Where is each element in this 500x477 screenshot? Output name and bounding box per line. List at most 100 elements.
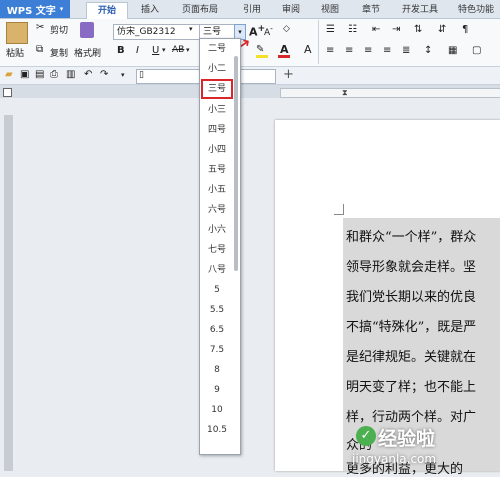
font-size-option[interactable]: 7.5 <box>200 340 234 360</box>
border-icon[interactable]: ▢ <box>472 45 481 56</box>
highlight-icon[interactable]: ✎ <box>256 44 264 55</box>
font-size-option[interactable]: 10.5 <box>200 420 234 440</box>
vertical-ruler[interactable] <box>4 115 13 471</box>
customize-chevron-icon[interactable]: ▾ <box>121 71 125 79</box>
increase-indent-icon[interactable]: ⇥ <box>392 24 400 35</box>
format-painter-icon <box>80 22 94 38</box>
indent-marker[interactable]: ⧗ <box>342 88 348 98</box>
watermark-url: jingyanla.com <box>352 452 437 466</box>
cut-button[interactable]: 剪切 <box>50 23 68 36</box>
chinese-layout-icon[interactable]: ⇅ <box>414 24 422 35</box>
justify-icon[interactable]: ≡ <box>383 45 391 56</box>
strikethrough-chevron-icon[interactable]: ▾ <box>186 46 190 54</box>
align-center-icon[interactable]: ≡ <box>345 45 353 56</box>
open-folder-icon[interactable]: ▰ <box>5 69 13 80</box>
document-line[interactable]: 领导形象就会走样。坚 <box>346 256 476 275</box>
font-name-combo[interactable]: 仿宋_GB2312 <box>113 24 200 40</box>
tab-page-layout[interactable]: 页面布局 <box>175 2 225 18</box>
save-icon[interactable]: ▣ <box>20 69 29 80</box>
char-shading-icon[interactable]: A <box>304 43 312 56</box>
font-size-option-selected[interactable]: 三号 <box>201 79 233 99</box>
document-line[interactable]: 样，行动两个样。对广 <box>346 406 476 425</box>
format-painter-button[interactable]: 格式刷 <box>74 46 101 59</box>
watermark-text: 经验啦 <box>378 428 436 450</box>
clear-format-icon[interactable]: ◇ <box>283 24 290 34</box>
new-tab-plus-icon[interactable]: + <box>283 67 294 82</box>
copy-icon: ⧉ <box>36 44 44 55</box>
document-line[interactable]: 是纪律规矩。关键就在 <box>346 346 476 365</box>
font-size-option[interactable]: 六号 <box>200 200 234 220</box>
align-right-icon[interactable]: ≡ <box>364 45 372 56</box>
tab-stop-selector[interactable] <box>3 88 12 97</box>
grow-font-label: A <box>249 25 258 39</box>
font-size-option[interactable]: 七号 <box>200 240 234 260</box>
show-marks-icon[interactable]: ¶ <box>462 24 468 35</box>
font-name-value: 仿宋_GB2312 <box>117 27 176 37</box>
undo-icon[interactable]: ↶ <box>84 69 92 80</box>
shrink-font-button[interactable]: A- <box>264 24 273 38</box>
strikethrough-button[interactable]: AB <box>172 45 184 55</box>
italic-button[interactable]: I <box>136 45 139 56</box>
tab-review[interactable]: 审阅 <box>275 2 307 18</box>
font-size-option[interactable]: 6.5 <box>200 320 234 340</box>
tab-developer[interactable]: 开发工具 <box>395 2 445 18</box>
tab-insert[interactable]: 插入 <box>134 2 166 18</box>
font-size-option[interactable]: 5 <box>200 280 234 300</box>
font-size-option[interactable]: 小三 <box>200 100 234 120</box>
print-preview-icon[interactable]: ▥ <box>66 69 75 80</box>
decrease-indent-icon[interactable]: ⇤ <box>372 24 380 35</box>
margin-corner-v <box>343 204 344 214</box>
document-line[interactable]: 我们党长期以来的优良 <box>346 286 476 305</box>
sort-icon[interactable]: ⇵ <box>438 24 446 35</box>
tab-chapter[interactable]: 章节 <box>355 2 387 18</box>
font-size-option[interactable]: 9 <box>200 380 234 400</box>
margin-corner-h <box>334 214 344 215</box>
font-size-option[interactable]: 10 <box>200 400 234 420</box>
document-line[interactable]: 明天变了样；也不能上 <box>346 376 476 395</box>
font-size-option[interactable]: 小二 <box>200 59 234 79</box>
document-icon: ▯ <box>139 70 144 80</box>
ribbon-divider <box>318 20 319 64</box>
numbered-list-icon[interactable]: ☷ <box>348 24 357 35</box>
tab-features[interactable]: 特色功能 <box>452 2 500 18</box>
shading-icon[interactable]: ▦ <box>448 45 457 56</box>
document-line[interactable]: 和群众“一个样”，群众 <box>346 226 476 245</box>
bold-button[interactable]: B <box>117 45 125 56</box>
underline-chevron-icon[interactable]: ▾ <box>162 46 166 54</box>
wps-menu-button[interactable]: WPS 文字 ▾ <box>0 0 70 18</box>
font-size-option[interactable]: 8 <box>200 360 234 380</box>
line-spacing-icon[interactable]: ↕ <box>424 45 432 56</box>
tab-view[interactable]: 视图 <box>314 2 346 18</box>
font-size-option[interactable]: 5.5 <box>200 300 234 320</box>
tab-home[interactable]: 开始 <box>86 2 128 19</box>
wps-menu-label: WPS 文字 <box>6 5 56 17</box>
scissors-icon: ✂ <box>36 22 45 33</box>
underline-button[interactable]: U <box>152 45 159 56</box>
horizontal-ruler[interactable] <box>280 88 500 98</box>
dropdown-scrollbar[interactable] <box>234 56 238 271</box>
font-size-value: 三号 <box>203 27 222 37</box>
font-size-option[interactable]: 小六 <box>200 220 234 240</box>
paste-icon[interactable] <box>6 22 28 44</box>
tab-references[interactable]: 引用 <box>236 2 268 18</box>
bullet-list-icon[interactable]: ☰ <box>326 24 335 35</box>
font-size-option[interactable]: 小五 <box>200 180 234 200</box>
font-name-chevron-icon[interactable]: ▾ <box>189 25 193 33</box>
font-size-option[interactable]: 四号 <box>200 120 234 140</box>
distribute-icon[interactable]: ≣ <box>402 45 410 56</box>
document-line[interactable]: 不搞“特殊化”，既是严 <box>346 316 476 335</box>
chevron-down-icon: ▾ <box>59 5 64 13</box>
watermark-check-icon: ✓ <box>356 426 376 446</box>
align-left-icon[interactable]: ≡ <box>326 45 334 56</box>
export-pdf-icon[interactable]: ▤ <box>35 69 44 80</box>
redo-icon[interactable]: ↷ <box>100 69 108 80</box>
font-size-option[interactable]: 小四 <box>200 140 234 160</box>
copy-button[interactable]: 复制 <box>50 46 68 59</box>
print-icon[interactable]: ⎙ <box>50 69 58 80</box>
grow-font-button[interactable]: A+ <box>249 23 265 39</box>
font-size-option[interactable]: 八号 <box>200 260 234 280</box>
font-size-option[interactable]: 二号 <box>200 39 234 59</box>
paste-button[interactable]: 粘贴 <box>6 46 24 59</box>
font-size-option[interactable]: 五号 <box>200 160 234 180</box>
font-color-bar <box>278 55 290 58</box>
